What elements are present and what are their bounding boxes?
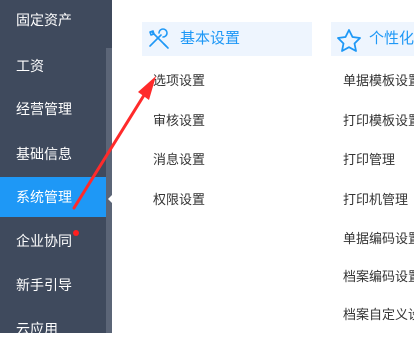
link-archive-custom-settings[interactable]: 档案自定义设置 [343, 306, 414, 324]
link-archive-code-settings[interactable]: 档案编码设置 [343, 268, 414, 286]
link-option-settings[interactable]: 选项设置 [153, 72, 205, 90]
notification-dot [73, 230, 79, 236]
link-permission-settings[interactable]: 权限设置 [153, 191, 205, 209]
settings-tools-icon [146, 28, 172, 63]
sidebar-item-system-management[interactable]: 系统管理 [0, 177, 112, 217]
sidebar-item-fixed-assets[interactable]: 固定资产 [0, 0, 112, 40]
sidebar-item-cloud-apps[interactable]: 云应用 [0, 309, 112, 349]
star-icon [335, 28, 363, 65]
link-document-template-settings[interactable]: 单据模板设置 [343, 72, 414, 90]
link-printer-management[interactable]: 打印机管理 [343, 191, 408, 209]
section-title-personal: 个性化 [369, 30, 414, 47]
link-audit-settings[interactable]: 审核设置 [153, 112, 205, 130]
section-header-personalization: 个性化 [331, 22, 414, 56]
section-title-basic: 基本设置 [180, 30, 241, 47]
link-document-code-settings[interactable]: 单据编码设置 [343, 230, 414, 248]
sidebar-item-enterprise-collab[interactable]: 企业协同 [0, 221, 112, 261]
sidebar-item-beginner-guide[interactable]: 新手引导 [0, 265, 112, 305]
sidebar-nav: 固定资产 工资 经营管理 基础信息 系统管理 企业协同 新手引导 云应用 [0, 0, 114, 337]
sidebar-item-operations[interactable]: 经营管理 [0, 89, 112, 129]
sidebar-item-payroll[interactable]: 工资 [0, 46, 112, 86]
link-print-template-settings[interactable]: 打印模板设置 [343, 112, 414, 130]
sidebar-item-basic-info[interactable]: 基础信息 [0, 134, 112, 174]
link-print-management[interactable]: 打印管理 [343, 151, 395, 169]
link-message-settings[interactable]: 消息设置 [153, 151, 205, 169]
section-header-basic-settings: 基本设置 [142, 22, 312, 56]
